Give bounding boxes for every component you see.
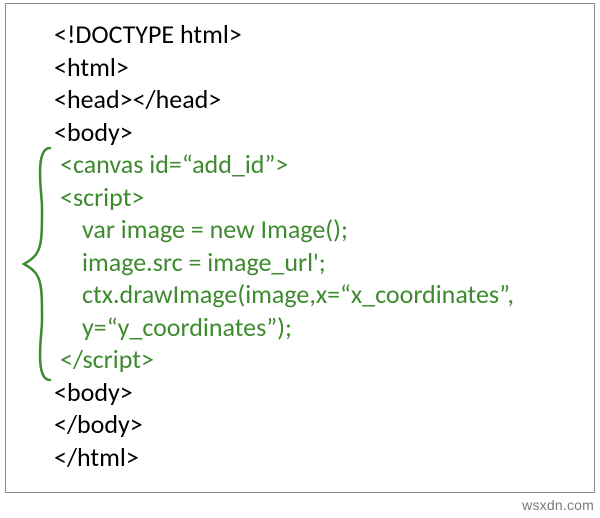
code-line: <canvas id=“add_id”> <box>54 148 514 181</box>
watermark: wsxdn.com <box>522 497 594 515</box>
code-block: <!DOCTYPE html> <html> <head></head> <bo… <box>54 18 514 473</box>
code-line: var image = new Image(); <box>54 213 514 246</box>
code-line: </html> <box>54 441 514 474</box>
code-line: image.src = image_url'; <box>54 246 514 279</box>
code-line: <html> <box>54 51 514 84</box>
code-line: <head></head> <box>54 83 514 116</box>
code-line: y=“y_coordinates”); <box>54 311 514 344</box>
code-line: </script> <box>54 343 514 376</box>
curly-brace-icon <box>20 146 54 382</box>
code-frame: <!DOCTYPE html> <html> <head></head> <bo… <box>5 3 595 493</box>
code-line: <!DOCTYPE html> <box>54 18 514 51</box>
code-line: </body> <box>54 408 514 441</box>
code-line: <script> <box>54 181 514 214</box>
code-line: <body> <box>54 376 514 409</box>
code-line: ctx.drawImage(image,x=“x_coordinates”, <box>54 278 514 311</box>
code-line: <body> <box>54 116 514 149</box>
